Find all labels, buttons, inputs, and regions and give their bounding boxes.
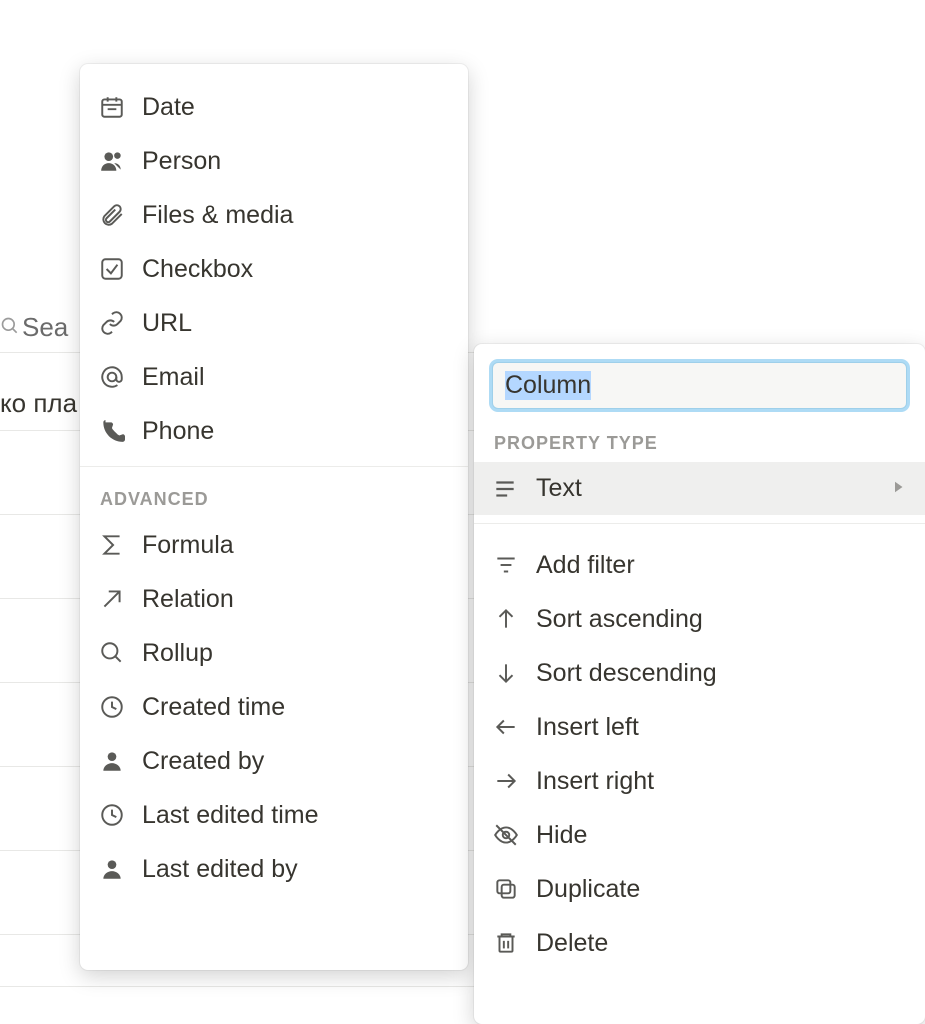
type-phone[interactable]: Phone	[80, 404, 468, 458]
menu-label: Email	[142, 363, 205, 392]
type-created-time[interactable]: Created time	[80, 680, 468, 734]
action-sort-desc[interactable]: Sort descending	[474, 646, 925, 700]
type-created-by[interactable]: Created by	[80, 734, 468, 788]
type-person[interactable]: Person	[80, 134, 468, 188]
menu-label: Multi-select	[142, 64, 268, 68]
type-files[interactable]: Files & media	[80, 188, 468, 242]
menu-label: Sort descending	[536, 659, 717, 688]
property-type-label: PROPERTY TYPE	[474, 419, 925, 462]
divider	[80, 466, 468, 467]
clock-icon	[98, 693, 126, 721]
background-row-text: ко пла	[0, 388, 77, 419]
trash-icon	[492, 929, 520, 957]
chevron-right-icon	[889, 474, 907, 503]
arrow-right-icon	[492, 767, 520, 795]
paperclip-icon	[98, 201, 126, 229]
type-relation[interactable]: Relation	[80, 572, 468, 626]
divider	[474, 523, 925, 524]
phone-icon	[98, 417, 126, 445]
menu-label: Person	[142, 147, 221, 176]
menu-label: Phone	[142, 417, 214, 446]
people-icon	[98, 147, 126, 175]
at-icon	[98, 363, 126, 391]
type-checkbox[interactable]: Checkbox	[80, 242, 468, 296]
person-icon	[98, 855, 126, 883]
calendar-icon	[98, 93, 126, 121]
selected-type-label: Text	[536, 474, 582, 503]
menu-label: URL	[142, 309, 192, 338]
property-type-select[interactable]: Text	[474, 462, 925, 515]
menu-label: Delete	[536, 929, 608, 958]
menu-label: Last edited by	[142, 855, 298, 884]
advanced-section-label: ADVANCED	[80, 475, 468, 518]
background-search-text: Sea	[22, 312, 68, 343]
column-config-menu: PROPERTY TYPE Text Add filter Sort ascen…	[474, 344, 925, 1024]
type-formula[interactable]: Formula	[80, 518, 468, 572]
type-url[interactable]: URL	[80, 296, 468, 350]
duplicate-icon	[492, 875, 520, 903]
action-hide[interactable]: Hide	[474, 808, 925, 862]
property-type-picker: Multi-select Date Person Files & media C…	[80, 64, 468, 970]
search-icon	[98, 639, 126, 667]
arrow-up-icon	[492, 605, 520, 633]
action-delete[interactable]: Delete	[474, 916, 925, 970]
action-add-filter[interactable]: Add filter	[474, 538, 925, 592]
menu-label: Checkbox	[142, 255, 253, 284]
menu-label: Duplicate	[536, 875, 640, 904]
menu-label: Insert left	[536, 713, 639, 742]
menu-label: Last edited time	[142, 801, 319, 830]
type-last-edited-time[interactable]: Last edited time	[80, 788, 468, 842]
menu-label: Sort ascending	[536, 605, 703, 634]
person-icon	[98, 747, 126, 775]
action-sort-asc[interactable]: Sort ascending	[474, 592, 925, 646]
type-multiselect[interactable]: Multi-select	[80, 64, 468, 80]
menu-label: Formula	[142, 531, 234, 560]
column-name-input[interactable]	[492, 362, 907, 409]
text-icon	[492, 476, 520, 502]
menu-label: Insert right	[536, 767, 654, 796]
type-last-edited-by[interactable]: Last edited by	[80, 842, 468, 896]
checkbox-icon	[98, 255, 126, 283]
action-duplicate[interactable]: Duplicate	[474, 862, 925, 916]
eye-off-icon	[492, 821, 520, 849]
menu-label: Add filter	[536, 551, 635, 580]
type-rollup[interactable]: Rollup	[80, 626, 468, 680]
menu-label: Files & media	[142, 201, 293, 230]
link-icon	[98, 309, 126, 337]
type-email[interactable]: Email	[80, 350, 468, 404]
menu-label: Relation	[142, 585, 234, 614]
action-insert-left[interactable]: Insert left	[474, 700, 925, 754]
action-insert-right[interactable]: Insert right	[474, 754, 925, 808]
menu-label: Rollup	[142, 639, 213, 668]
search-icon	[0, 316, 20, 341]
filter-icon	[492, 551, 520, 579]
menu-label: Date	[142, 93, 195, 122]
arrow-down-icon	[492, 659, 520, 687]
menu-label: Created by	[142, 747, 264, 776]
type-date[interactable]: Date	[80, 80, 468, 134]
arrow-ne-icon	[98, 585, 126, 613]
list-icon	[98, 64, 126, 67]
menu-label: Hide	[536, 821, 587, 850]
sigma-icon	[98, 531, 126, 559]
menu-label: Created time	[142, 693, 285, 722]
arrow-left-icon	[492, 713, 520, 741]
clock-icon	[98, 801, 126, 829]
